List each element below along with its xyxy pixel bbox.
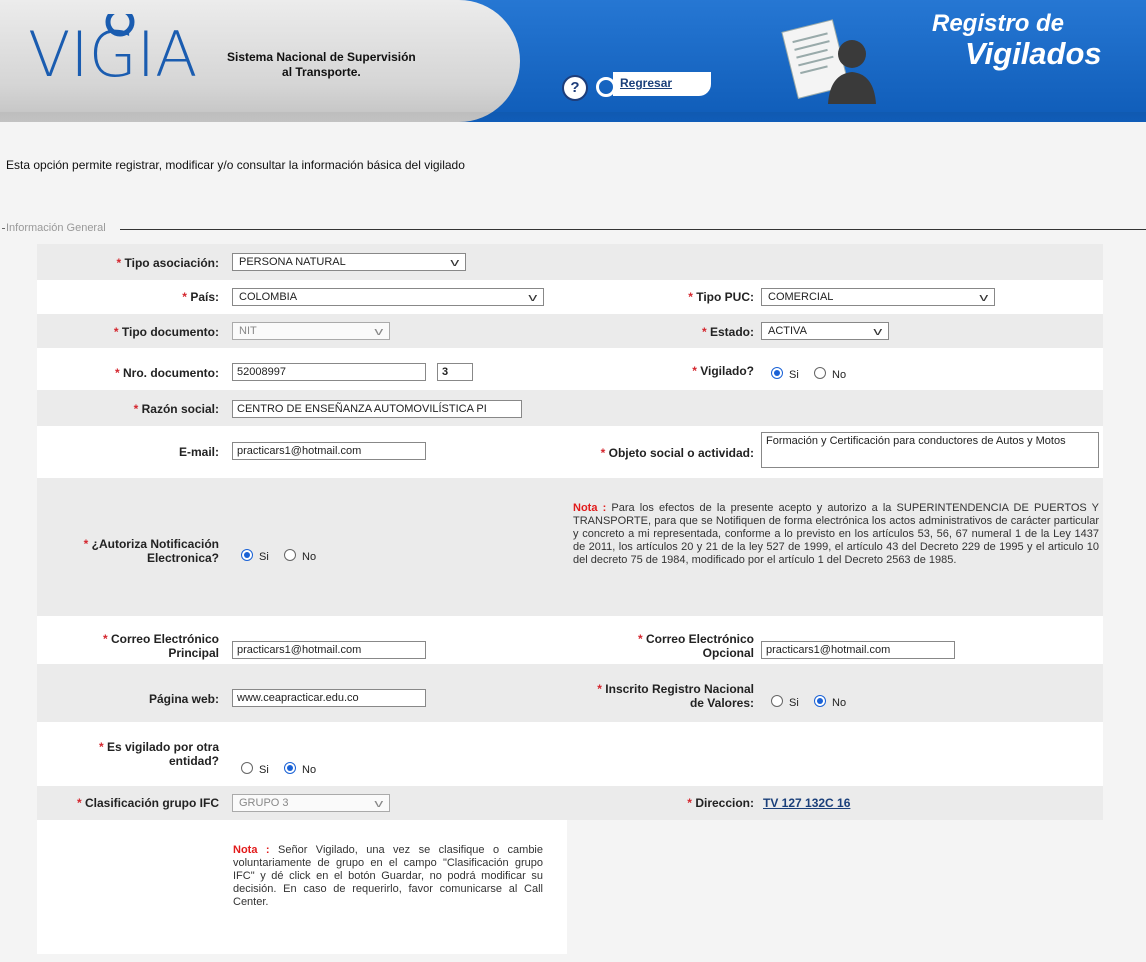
row-nota-clasificacion: Nota : Señor Vigilado, una vez se clasif… (37, 820, 567, 954)
correo-opcional-label: * Correo Electrónico Opcional (637, 632, 754, 660)
pagina-web-input[interactable]: www.ceapracticar.edu.co (232, 689, 426, 707)
email-label: E-mail: (178, 445, 219, 459)
inscrito-no-radio[interactable] (814, 695, 826, 707)
otra-entidad-si-label: Si (259, 764, 269, 776)
estado-select[interactable]: ACTIVA v (761, 322, 889, 340)
row-clasificacion: * Clasificación grupo IFC GRUPO 3v * Dir… (37, 786, 1103, 820)
clasificacion-select: GRUPO 3v (232, 794, 390, 812)
intro-text: Esta opción permite registrar, modificar… (6, 158, 465, 172)
email-input[interactable]: practicars1@hotmail.com (232, 442, 426, 460)
direccion-label: * Direccion: (687, 796, 754, 810)
row-correos: * Correo Electrónico Principal practicar… (37, 616, 1103, 664)
nota-autorizacion: Nota : Para los efectos de la presente a… (573, 502, 1099, 566)
otra-entidad-si-radio[interactable] (241, 762, 253, 774)
row-autoriza: * ¿Autoriza Notificación Electronica? Si… (37, 478, 1103, 616)
vigia-logo: VIGIA (28, 7, 228, 97)
header-shadow (0, 112, 1146, 122)
fieldset-corner (2, 228, 5, 229)
vigilado-si-radio[interactable] (771, 367, 783, 379)
digito-verificacion-input[interactable]: 3 (437, 363, 473, 381)
inscrito-label: * Inscrito Registro Nacional de Valores: (597, 682, 754, 710)
autoriza-label: * ¿Autoriza Notificación Electronica? (83, 537, 219, 565)
row-tipo-documento: * Tipo documento: NIT v * Estado: ACTIVA v (37, 314, 1103, 348)
estado-label: * Estado: (701, 325, 754, 339)
nro-documento-input[interactable]: 52008997 (232, 363, 426, 381)
pais-label: * País: (182, 290, 219, 304)
chevron-down-icon: v (527, 292, 537, 304)
back-icon[interactable] (596, 77, 616, 97)
chevron-down-icon: v (373, 326, 383, 338)
tipo-puc-select[interactable]: COMERCIAL v (761, 288, 995, 306)
tipo-asociacion-select[interactable]: PERSONA NATURAL v (232, 253, 466, 271)
row-email: E-mail: practicars1@hotmail.com * Objeto… (37, 426, 1103, 478)
fieldset-legend: Información General (6, 222, 108, 234)
objeto-social-textarea[interactable]: Formación y Certificación para conductor… (761, 432, 1099, 468)
correo-opcional-input[interactable]: practicars1@hotmail.com (761, 641, 955, 659)
otra-entidad-label: * Es vigilado por otra entidad? (98, 740, 219, 768)
vigilado-label: * Vigilado? (692, 364, 754, 378)
direccion-link[interactable]: TV 127 132C 16 (763, 796, 850, 810)
razon-social-input[interactable]: CENTRO DE ENSEÑANZA AUTOMOVILÍSTICA PI (232, 400, 522, 418)
nro-documento-label: * Nro. documento: (114, 366, 219, 380)
objeto-social-label: * Objeto social o actividad: (600, 446, 754, 460)
row-tipo-asociacion: * Tipo asociación: PERSONA NATURAL v (37, 244, 1103, 280)
chevron-down-icon: v (872, 326, 882, 338)
tipo-documento-select: NIT v (232, 322, 390, 340)
subtitle-line2: al Transporte. (282, 65, 361, 79)
page-header: VIGIA Sistema Nacional de Supervisión al… (0, 0, 1146, 122)
tipo-asociacion-label: * Tipo asociación: (116, 256, 219, 270)
chevron-down-icon: v (373, 798, 383, 810)
row-razon-social: * Razón social: CENTRO DE ENSEÑANZA AUTO… (37, 390, 1103, 426)
header-title-line1: Registro de (932, 10, 1065, 37)
pagina-web-label: Página web: (148, 692, 219, 706)
tipo-documento-label: * Tipo documento: (113, 325, 219, 339)
vigilado-no-label: No (832, 369, 847, 381)
logo-subtitle: Sistema Nacional de Supervisión al Trans… (227, 50, 416, 80)
autoriza-si-label: Si (259, 551, 269, 563)
chevron-down-icon: v (978, 292, 988, 304)
inscrito-no-label: No (832, 697, 847, 709)
subtitle-line1: Sistema Nacional de Supervisión (227, 50, 416, 64)
otra-entidad-no-radio[interactable] (284, 762, 296, 774)
help-icon[interactable]: ? (562, 75, 588, 101)
vigilado-no-radio[interactable] (814, 367, 826, 379)
tipo-puc-label: * Tipo PUC: (688, 290, 754, 304)
row-otra-entidad: * Es vigilado por otra entidad? Si No (37, 722, 1103, 786)
autoriza-no-label: No (302, 551, 317, 563)
row-pais: * País: COLOMBIA v * Tipo PUC: COMERCIAL v (37, 280, 1103, 314)
pais-select[interactable]: COLOMBIA v (232, 288, 544, 306)
chevron-down-icon: v (449, 257, 459, 269)
back-link[interactable]: Regresar (620, 76, 672, 90)
inscrito-si-label: Si (789, 697, 799, 709)
nota-clasificacion: Nota : Señor Vigilado, una vez se clasif… (233, 844, 543, 908)
autoriza-no-radio[interactable] (284, 549, 296, 561)
row-pagina-web: Página web: www.ceapracticar.edu.co * In… (37, 664, 1103, 722)
correo-principal-input[interactable]: practicars1@hotmail.com (232, 641, 426, 659)
vigia-logo-icon: VIGIA (28, 7, 197, 91)
inscrito-si-radio[interactable] (771, 695, 783, 707)
header-title-line2: Vigilados (965, 36, 1102, 71)
otra-entidad-no-label: No (302, 764, 317, 776)
correo-principal-label: * Correo Electrónico Principal (102, 632, 219, 660)
razon-social-label: * Razón social: (133, 402, 219, 416)
row-nro-documento: * Nro. documento: 52008997 3 * Vigilado?… (37, 348, 1103, 390)
autoriza-si-radio[interactable] (241, 549, 253, 561)
fieldset-border (120, 229, 1146, 230)
vigilado-si-label: Si (789, 369, 799, 381)
clasificacion-label: * Clasificación grupo IFC (76, 796, 219, 810)
document-user-icon (781, 19, 876, 104)
